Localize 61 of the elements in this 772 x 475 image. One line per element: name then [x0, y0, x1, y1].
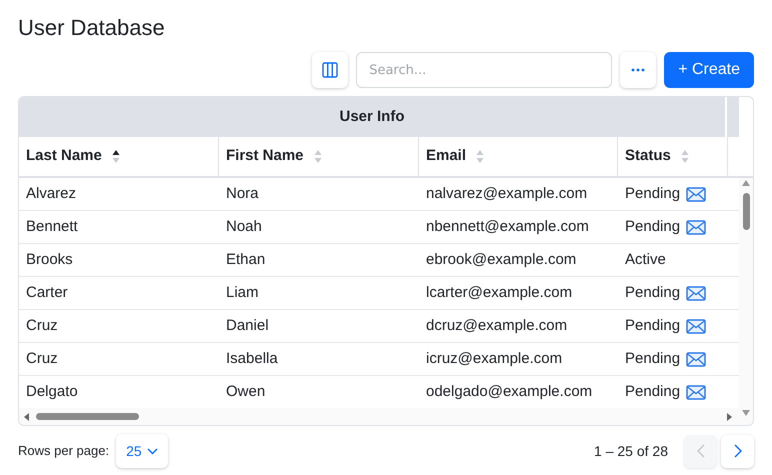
- table-cell-text: dcruz@example.com: [426, 316, 568, 336]
- envelope-icon[interactable]: [686, 186, 706, 202]
- columns-button[interactable]: [312, 52, 348, 88]
- table-cell-text: lcarter@example.com: [426, 282, 572, 303]
- search-field[interactable]: Search...: [356, 52, 612, 88]
- table-cell-text: Pending: [625, 348, 680, 369]
- table-cell-text: Bennett: [26, 216, 78, 237]
- table-cell-text: ebrook@example.com: [426, 250, 576, 270]
- create-button[interactable]: + Create: [664, 52, 754, 88]
- table-cell-text: Carter: [26, 282, 68, 303]
- table-cell-text: Alvarez: [26, 184, 76, 204]
- table-cell-text: nalvarez@example.com: [426, 184, 588, 204]
- scroll-up-icon[interactable]: [742, 180, 750, 186]
- vertical-scrollbar[interactable]: [739, 178, 753, 425]
- table-cell-text: Pending: [625, 216, 680, 237]
- table-cell-text: Liam: [226, 282, 259, 303]
- scroll-right-icon[interactable]: [725, 412, 733, 420]
- table-cell-text: Nora: [226, 184, 259, 204]
- envelope-icon[interactable]: [686, 220, 706, 234]
- horizontal-scrollbar[interactable]: [19, 408, 739, 425]
- scroll-down-icon[interactable]: [742, 410, 750, 416]
- table-cell-text: Ethan: [226, 250, 266, 270]
- table-cell-text: Noah: [226, 216, 262, 237]
- table-cell-text: Owen: [226, 382, 266, 402]
- table-cell-text: Active: [625, 250, 666, 270]
- table-cell-text: Pending: [625, 316, 680, 336]
- next-page-button[interactable]: [721, 434, 754, 468]
- column-group-header: User Info: [19, 97, 725, 137]
- column-header[interactable]: Status: [625, 145, 671, 168]
- table-cell-text: Isabella: [226, 348, 278, 369]
- scroll-left-icon[interactable]: [23, 412, 31, 420]
- table-cell-text: Pending: [625, 184, 680, 204]
- scrollbar-thumb[interactable]: [742, 193, 750, 230]
- scrollbar-thumb[interactable]: [36, 413, 139, 420]
- columns-icon: [322, 62, 338, 78]
- table-cell-text: Daniel: [226, 316, 269, 336]
- table-cell-text: Brooks: [26, 250, 73, 270]
- table-cell-text: Delgato: [26, 382, 78, 402]
- envelope-icon[interactable]: [686, 352, 706, 366]
- sort-icon[interactable]: [112, 149, 120, 164]
- column-header[interactable]: Email: [426, 145, 466, 168]
- page-title: User Database: [18, 14, 165, 42]
- chevron-right-icon: [734, 444, 742, 458]
- rows-per-page-label: Rows per page:: [18, 442, 110, 460]
- envelope-icon[interactable]: [686, 286, 706, 300]
- table-cell-text: odelgado@example.com: [426, 382, 592, 402]
- column-header[interactable]: First Name: [226, 145, 304, 168]
- more-icon: [631, 68, 646, 72]
- envelope-icon[interactable]: [686, 318, 706, 334]
- chevron-down-icon: [146, 448, 158, 454]
- table-cell-text: icruz@example.com: [426, 348, 562, 369]
- table-cell-text: Pending: [625, 382, 680, 402]
- table-cell-text: nbennett@example.com: [426, 216, 589, 237]
- envelope-icon[interactable]: [686, 384, 706, 400]
- table-cell-text: Cruz: [26, 348, 58, 369]
- table-cell-text: Cruz: [26, 316, 58, 336]
- rows-per-page-select[interactable]: 25: [116, 434, 168, 468]
- column-header[interactable]: Last Name: [26, 145, 102, 168]
- page-range: 1 – 25 of 28: [594, 442, 668, 460]
- table-cell-text: Pending: [625, 282, 680, 303]
- chevron-left-icon: [696, 444, 704, 458]
